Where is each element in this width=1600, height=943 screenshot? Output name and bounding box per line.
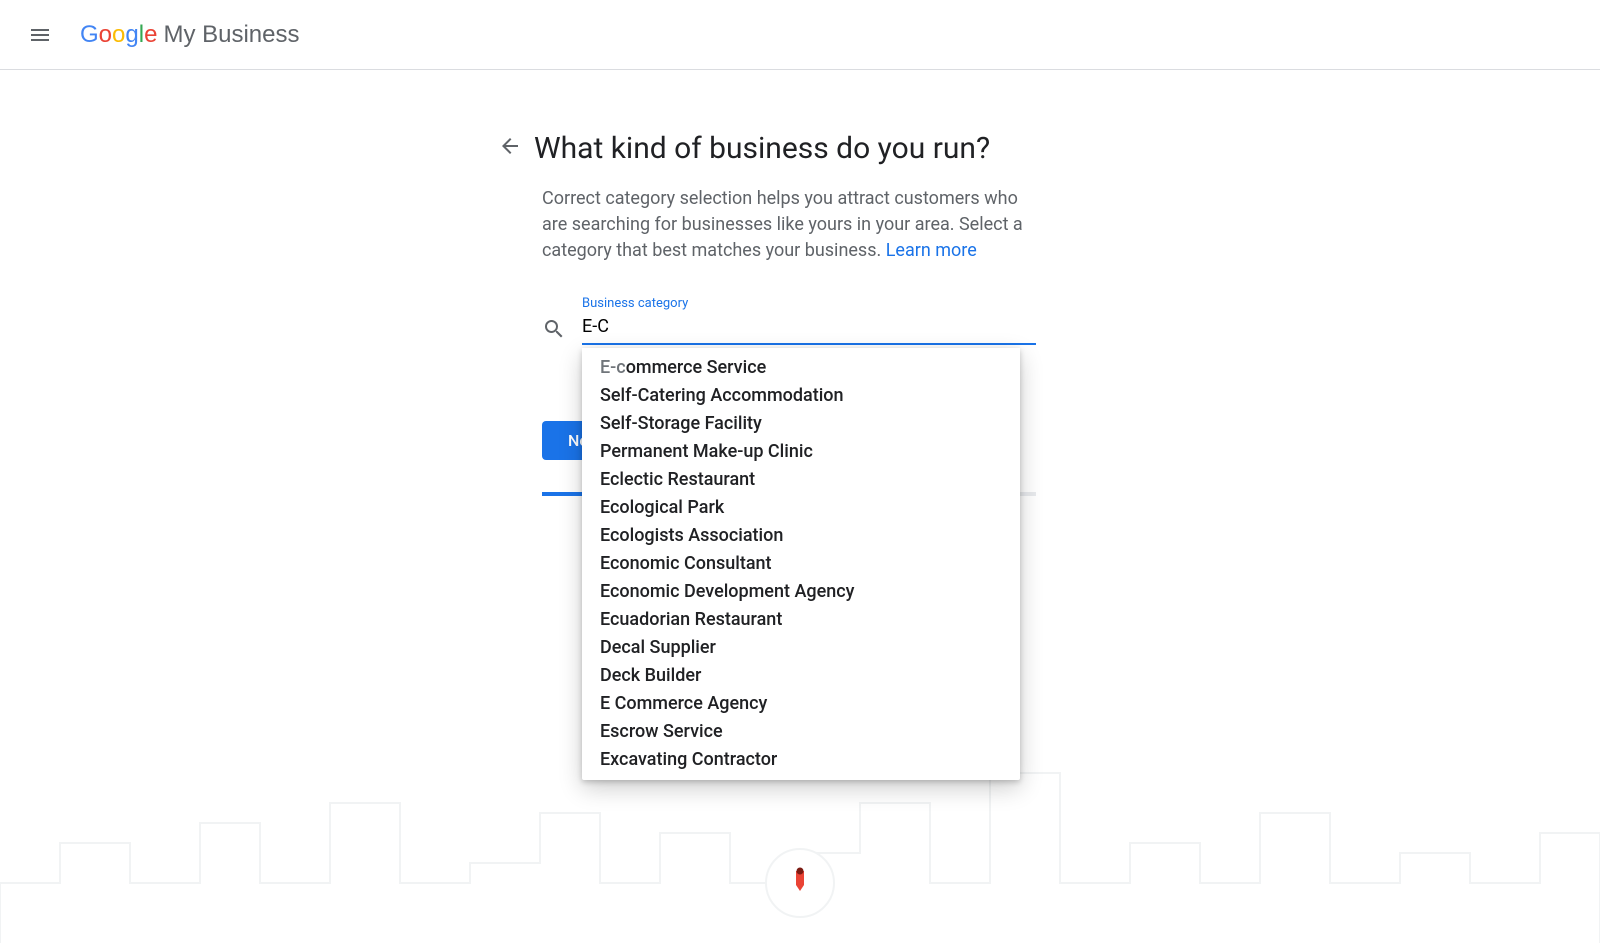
suggestion-item[interactable]: Self-Storage Facility bbox=[582, 410, 1020, 438]
search-icon bbox=[542, 317, 566, 341]
page-title: What kind of business do you run? bbox=[534, 130, 990, 168]
arrow-left-icon bbox=[498, 134, 522, 158]
app-header: Google My Business bbox=[0, 0, 1600, 70]
category-label: Business category bbox=[582, 296, 688, 311]
back-button[interactable] bbox=[486, 122, 534, 170]
learn-more-link[interactable]: Learn more bbox=[886, 240, 977, 261]
category-field: Business category E-commerce ServiceSelf… bbox=[542, 312, 1036, 345]
suggestion-item[interactable]: Deck Builder bbox=[582, 662, 1020, 690]
suggestion-item[interactable]: Escrow Service bbox=[582, 718, 1020, 746]
suggestion-item[interactable]: Permanent Make-up Clinic bbox=[582, 438, 1020, 466]
suggestion-item[interactable]: Economic Development Agency bbox=[582, 578, 1020, 606]
page-subtitle: Correct category selection helps you att… bbox=[542, 186, 1042, 264]
suggestion-item[interactable]: Self-Catering Accommodation bbox=[582, 382, 1020, 410]
suggestion-item[interactable]: E-commerce Service bbox=[582, 354, 1020, 382]
suggestion-item[interactable]: Excavating Contractor bbox=[582, 746, 1020, 774]
suggestion-item[interactable]: Decal Supplier bbox=[582, 634, 1020, 662]
product-logo: Google My Business bbox=[80, 21, 300, 49]
onboarding-card: What kind of business do you run? Correc… bbox=[490, 130, 1050, 496]
google-logo-text: Google bbox=[80, 21, 157, 49]
suggestion-item[interactable]: Ecologists Association bbox=[582, 522, 1020, 550]
suggestion-item[interactable]: Economic Consultant bbox=[582, 550, 1020, 578]
category-input[interactable] bbox=[582, 312, 1036, 345]
product-name: My Business bbox=[163, 21, 299, 49]
suggestion-item[interactable]: Ecuadorian Restaurant bbox=[582, 606, 1020, 634]
suggestion-item[interactable]: E Commerce Agency bbox=[582, 690, 1020, 718]
suggestion-item[interactable]: Eclectic Restaurant bbox=[582, 466, 1020, 494]
main-menu-button[interactable] bbox=[16, 11, 64, 59]
category-suggestions: E-commerce ServiceSelf-Catering Accommod… bbox=[582, 348, 1020, 780]
hamburger-icon bbox=[28, 23, 52, 47]
suggestion-item[interactable]: Ecological Park bbox=[582, 494, 1020, 522]
